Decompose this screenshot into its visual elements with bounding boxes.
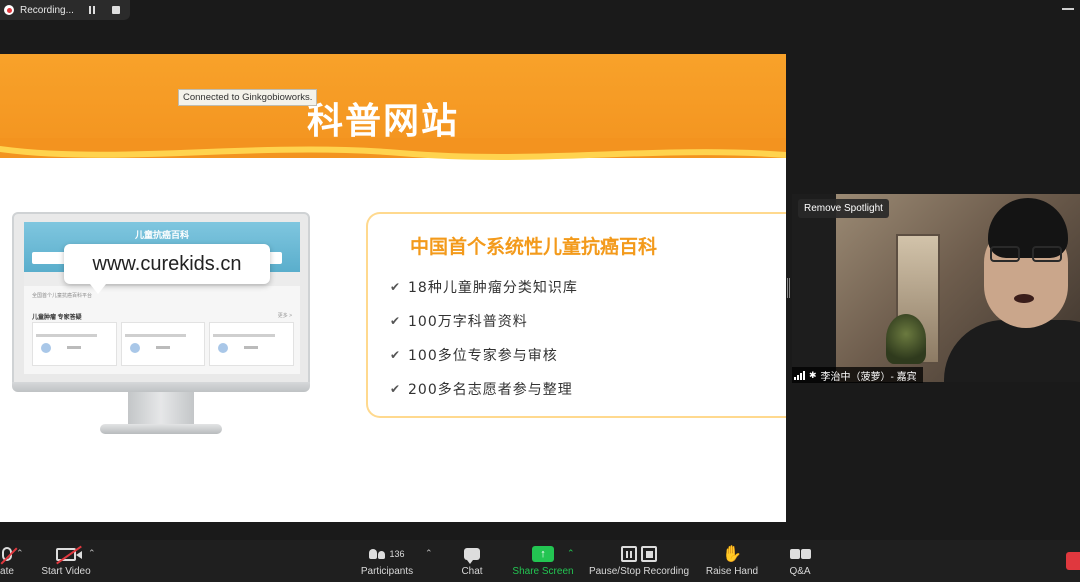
mute-button[interactable]: ate bbox=[0, 540, 20, 582]
share-screen-button[interactable]: ↑ Share Screen bbox=[510, 540, 576, 582]
avatar bbox=[41, 343, 51, 353]
share-screen-icon: ↑ bbox=[532, 546, 554, 562]
list-item: ✔ 200多名志愿者参与整理 bbox=[390, 372, 578, 406]
list-item: ✔ 100万字科普资料 bbox=[390, 304, 578, 338]
split-view-handle[interactable] bbox=[787, 278, 790, 298]
check-icon: ✔ bbox=[390, 348, 402, 362]
participants-button[interactable]: 136 Participants bbox=[356, 540, 418, 582]
avatar bbox=[129, 343, 140, 353]
raise-hand-label: Raise Hand bbox=[705, 566, 759, 577]
start-video-button[interactable]: Start Video bbox=[36, 540, 96, 582]
monitor-chin bbox=[12, 382, 310, 392]
site-subtitle: 全国首个儿童抗癌百科平台 bbox=[32, 293, 93, 299]
chat-icon bbox=[464, 548, 480, 564]
site-more-link: 更多 > bbox=[277, 313, 292, 319]
list-item: ✔ 100多位专家参与审核 bbox=[390, 338, 578, 372]
speaker-video-tile[interactable] bbox=[792, 194, 1080, 382]
feature-item-text: 100多位专家参与审核 bbox=[408, 348, 558, 364]
pin-icon: ✱ bbox=[809, 369, 817, 380]
signal-icon bbox=[794, 370, 805, 380]
video-off-icon bbox=[56, 547, 82, 561]
website-monitor-image: 儿童抗癌百科 全国首个儿童抗癌百科平台 儿童肿瘤 专家答疑 更多 > www.c… bbox=[12, 212, 310, 454]
feature-box: 中国首个系统性儿童抗癌百科 ✔ 18种儿童肿瘤分类知识库 ✔ 100万字科普资料 ✔… bbox=[366, 212, 786, 418]
chevron-up-icon[interactable]: ⌃ bbox=[567, 548, 575, 559]
chevron-up-icon[interactable]: ⌃ bbox=[88, 548, 96, 559]
participant-name: 李治中（菠萝）- 嘉宾 bbox=[820, 371, 917, 383]
qa-button[interactable]: Q&A bbox=[786, 540, 814, 582]
chat-button[interactable]: Chat bbox=[456, 540, 488, 582]
feature-item-text: 200多名志愿者参与整理 bbox=[408, 382, 573, 398]
pause-stop-recording-button[interactable]: Pause/Stop Recording bbox=[586, 540, 692, 582]
recording-label: Recording... bbox=[20, 4, 74, 16]
mic-muted-icon bbox=[2, 547, 12, 561]
site-card bbox=[32, 322, 117, 366]
pause-recording-button[interactable] bbox=[86, 4, 98, 16]
chat-label: Chat bbox=[461, 566, 483, 577]
participants-count: 136 bbox=[389, 549, 405, 559]
stop-recording-button[interactable] bbox=[110, 4, 122, 16]
chevron-up-icon[interactable]: ⌃ bbox=[16, 548, 24, 559]
feature-title: 中国首个系统性儿童抗癌百科 bbox=[410, 236, 658, 258]
participants-label: Participants bbox=[360, 566, 414, 577]
list-item: ✔ 18种儿童肿瘤分类知识库 bbox=[390, 270, 578, 304]
record-icon bbox=[4, 5, 14, 15]
share-screen-label: Share Screen bbox=[512, 566, 574, 577]
url-bubble: www.curekids.cn bbox=[64, 244, 270, 294]
site-card bbox=[120, 322, 206, 366]
monitor-stand bbox=[128, 392, 194, 426]
monitor-frame: 儿童抗癌百科 全国首个儿童抗癌百科平台 儿童肿瘤 专家答疑 更多 > www.c… bbox=[12, 212, 310, 388]
connection-tooltip: Connected to Ginkgobioworks. bbox=[178, 89, 318, 106]
shared-screen-slide: 科普网站 Connected to Ginkgobioworks. 儿童抗癌百科… bbox=[0, 54, 786, 522]
feature-item-text: 18种儿童肿瘤分类知识库 bbox=[408, 280, 578, 296]
zoom-meeting-window: Recording... 科普网站 Connected to Ginkgobio… bbox=[0, 0, 1080, 582]
qa-icon bbox=[789, 549, 811, 559]
chevron-up-icon[interactable]: ⌃ bbox=[425, 548, 433, 559]
check-icon: ✔ bbox=[390, 314, 402, 328]
check-icon: ✔ bbox=[390, 382, 402, 396]
mute-label: ate bbox=[0, 566, 14, 577]
raise-hand-button[interactable]: ✋ Raise Hand bbox=[702, 540, 762, 582]
participant-name-tag: ✱ 李治中（菠萝）- 嘉宾 bbox=[792, 367, 923, 383]
check-icon: ✔ bbox=[390, 280, 402, 294]
site-title: 儿童抗癌百科 bbox=[134, 230, 189, 240]
monitor-base bbox=[100, 424, 222, 434]
raise-hand-icon: ✋ bbox=[722, 546, 742, 563]
video-background bbox=[836, 194, 1080, 382]
meeting-toolbar: ate ⌃ Start Video ⌃ 136 Participants ⌃ C… bbox=[0, 540, 1080, 582]
feature-item-text: 100万字科普资料 bbox=[408, 314, 528, 330]
qa-label: Q&A bbox=[789, 566, 811, 577]
feature-list: ✔ 18种儿童肿瘤分类知识库 ✔ 100万字科普资料 ✔ 100多位专家参与审核 ✔ 2… bbox=[390, 270, 578, 406]
participants-icon bbox=[369, 549, 386, 559]
remove-spotlight-button[interactable]: Remove Spotlight bbox=[798, 199, 889, 218]
slide-title: 科普网站 bbox=[306, 101, 459, 142]
site-section-title: 儿童肿瘤 专家答疑 bbox=[32, 315, 82, 321]
end-meeting-button[interactable] bbox=[1066, 552, 1080, 570]
record-controls-icon bbox=[621, 546, 657, 562]
site-card-row bbox=[32, 322, 295, 366]
start-video-label: Start Video bbox=[41, 566, 91, 577]
recording-indicator: Recording... bbox=[0, 0, 130, 20]
pause-stop-recording-label: Pause/Stop Recording bbox=[588, 566, 690, 577]
site-card bbox=[209, 322, 295, 366]
minimize-icon[interactable] bbox=[1062, 8, 1074, 10]
avatar bbox=[218, 343, 229, 353]
